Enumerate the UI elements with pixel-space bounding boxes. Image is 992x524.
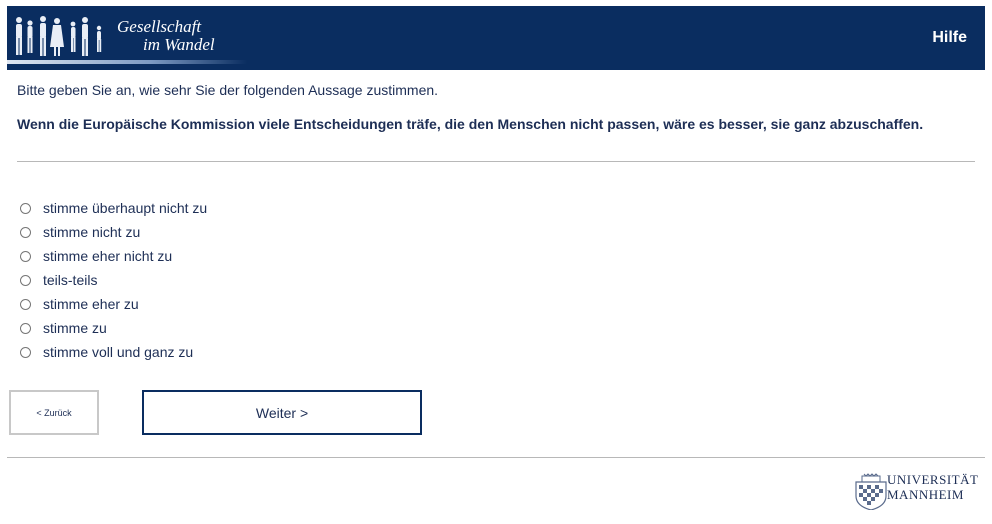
divider <box>17 161 975 162</box>
option-label: teils-teils <box>43 272 98 288</box>
option-5[interactable]: stimme eher zu <box>20 292 207 316</box>
radio-button[interactable] <box>20 322 31 334</box>
option-1[interactable]: stimme überhaupt nicht zu <box>20 196 207 220</box>
footer-divider <box>7 457 985 458</box>
option-label: stimme eher nicht zu <box>43 248 173 264</box>
option-label: stimme zu <box>43 320 107 336</box>
option-3[interactable]: stimme eher nicht zu <box>20 244 207 268</box>
help-link[interactable]: Hilfe <box>932 29 967 47</box>
logo-line-2: im Wandel <box>143 35 215 54</box>
answer-options: stimme überhaupt nicht zu stimme nicht z… <box>20 196 207 364</box>
radio-button[interactable] <box>20 298 31 310</box>
option-6[interactable]: stimme zu <box>20 316 207 340</box>
university-line-2: MANNHEIM <box>887 487 964 502</box>
option-2[interactable]: stimme nicht zu <box>20 220 207 244</box>
option-label: stimme voll und ganz zu <box>43 344 194 360</box>
radio-button[interactable] <box>20 274 31 286</box>
header-banner: Gesellschaft im Wandel Hilfe <box>7 6 985 70</box>
next-button[interactable]: Weiter > <box>142 390 422 435</box>
people-silhouette-icon <box>16 16 102 56</box>
option-label: stimme eher zu <box>43 296 139 312</box>
option-4[interactable]: teils-teils <box>20 268 207 292</box>
option-label: stimme überhaupt nicht zu <box>43 200 208 216</box>
instruction-text: Bitte geben Sie an, wie sehr Sie der fol… <box>17 82 439 98</box>
radio-button[interactable] <box>20 202 31 214</box>
back-button[interactable]: < Zurück <box>9 390 99 435</box>
logo-line-1: Gesellschaft <box>117 17 202 36</box>
radio-button[interactable] <box>20 250 31 262</box>
radio-button[interactable] <box>20 346 31 358</box>
option-label: stimme nicht zu <box>43 224 141 240</box>
university-name: UNIVERSITÄT MANNHEIM <box>887 472 978 502</box>
option-7[interactable]: stimme voll und ganz zu <box>20 340 207 364</box>
logo-swoosh <box>7 60 247 64</box>
university-line-1: UNIVERSITÄT <box>887 472 979 487</box>
logo-wordmark: Gesellschaft im Wandel <box>117 18 215 54</box>
question-text: Wenn die Europäische Kommission viele En… <box>17 116 924 132</box>
radio-button[interactable] <box>20 226 31 238</box>
